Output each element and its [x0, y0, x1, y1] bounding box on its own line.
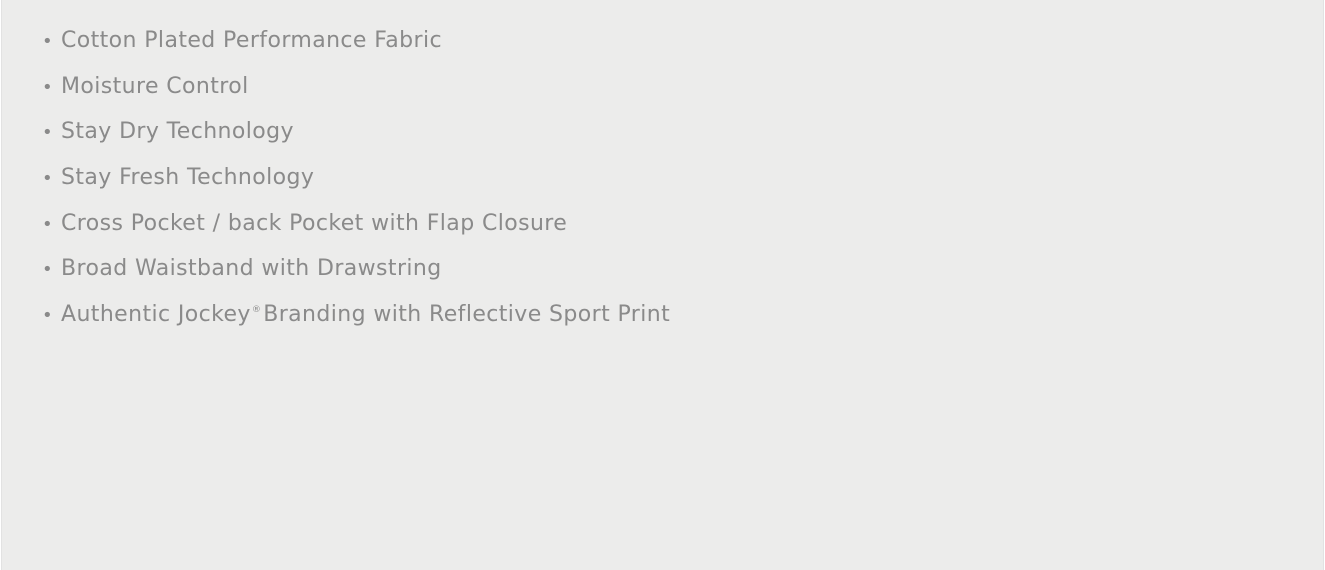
- list-item: • Moisture Control: [42, 74, 670, 120]
- bullet-icon: •: [42, 122, 54, 144]
- list-item: • Stay Fresh Technology: [42, 165, 670, 211]
- bullet-icon: •: [42, 76, 54, 98]
- list-item: • Cotton Plated Performance Fabric: [42, 28, 670, 74]
- list-item: • Cross Pocket / back Pocket with Flap C…: [42, 211, 670, 257]
- feature-label: Authentic Jockey®Branding with Reflectiv…: [61, 302, 670, 327]
- bullet-icon: •: [42, 305, 54, 327]
- feature-label: Stay Fresh Technology: [61, 165, 315, 191]
- feature-label-brand: Authentic Jockey: [61, 302, 251, 328]
- bullet-icon: •: [42, 31, 54, 52]
- feature-label: Broad Waistband with Drawstring: [61, 256, 442, 282]
- feature-label: Cotton Plated Performance Fabric: [61, 28, 442, 53]
- list-item: • Broad Waistband with Drawstring: [42, 256, 670, 302]
- product-features-panel: • Cotton Plated Performance Fabric • Moi…: [1, 0, 1324, 570]
- feature-label: Moisture Control: [61, 73, 249, 99]
- list-item: • Authentic Jockey®Branding with Reflect…: [42, 302, 670, 348]
- registered-trademark-icon: ®: [251, 305, 262, 316]
- feature-label: Cross Pocket / back Pocket with Flap Clo…: [61, 210, 568, 236]
- bullet-icon: •: [42, 168, 54, 190]
- bullet-icon: •: [42, 259, 54, 281]
- feature-label-rest: Branding with Reflective Sport Print: [263, 302, 671, 328]
- feature-label: Stay Dry Technology: [61, 119, 294, 145]
- feature-list: • Cotton Plated Performance Fabric • Moi…: [42, 28, 670, 348]
- bullet-icon: •: [42, 213, 54, 235]
- list-item: • Stay Dry Technology: [42, 119, 670, 165]
